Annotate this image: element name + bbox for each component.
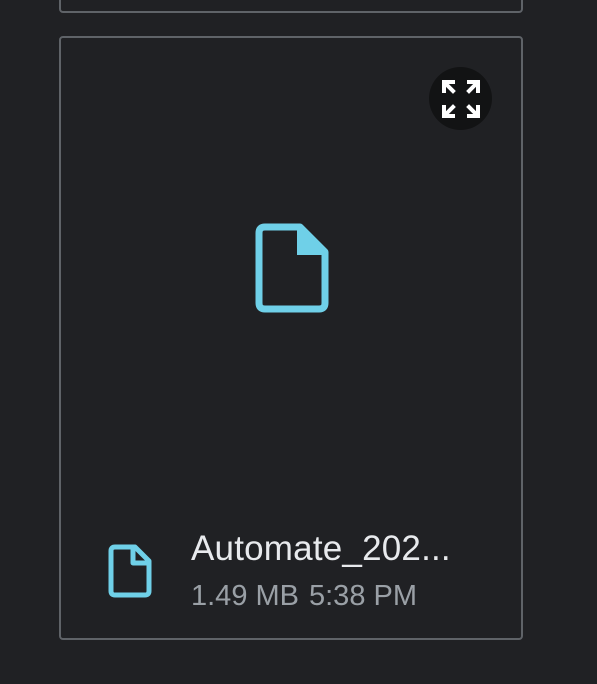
file-icon bbox=[108, 544, 152, 598]
file-size: 1.49 MB bbox=[191, 580, 299, 612]
file-time: 5:38 PM bbox=[309, 580, 417, 612]
file-name[interactable]: Automate_202... bbox=[191, 529, 481, 569]
previous-attachment-card[interactable] bbox=[59, 0, 523, 13]
attachment-footer: Automate_202... 1.49 MB 5:38 PM bbox=[61, 528, 521, 618]
file-meta: 1.49 MB 5:38 PM bbox=[191, 580, 417, 613]
expand-button[interactable] bbox=[429, 67, 492, 130]
expand-icon bbox=[441, 79, 480, 118]
attachment-card[interactable]: Automate_202... 1.49 MB 5:38 PM bbox=[59, 36, 523, 640]
file-preview-icon bbox=[255, 223, 329, 313]
